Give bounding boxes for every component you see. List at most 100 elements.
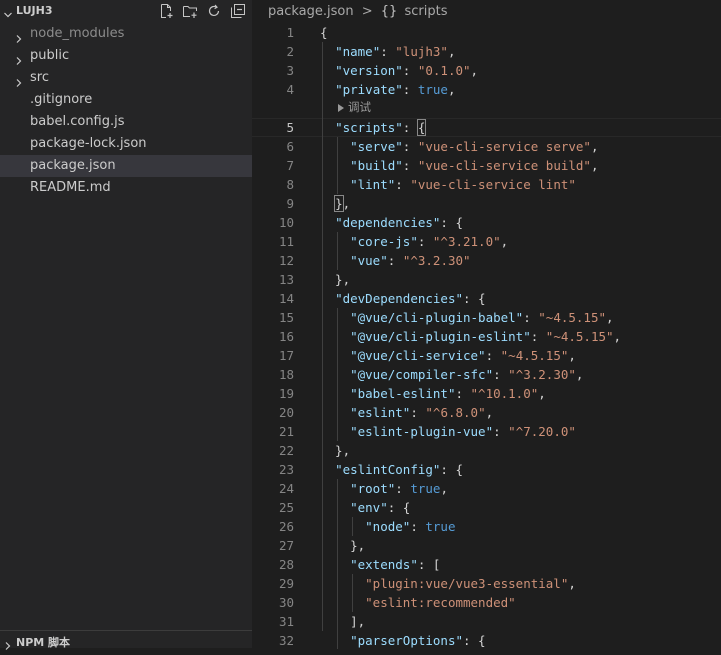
- code-line: "node": true: [365, 519, 456, 534]
- code-line: "dependencies": {: [335, 215, 463, 230]
- json-key: "private": [335, 82, 403, 97]
- json-bool: true: [410, 481, 441, 496]
- tree-item-label: package.json: [30, 158, 116, 173]
- line-number: 13: [278, 272, 294, 287]
- tree-file-readme[interactable]: README.md: [0, 177, 252, 199]
- line-number: 7: [286, 158, 294, 173]
- line-number: 22: [278, 443, 294, 458]
- json-string: "eslint:recommended": [365, 595, 516, 610]
- code-line: "build": "vue-cli-service build",: [350, 158, 599, 173]
- chevron-right-icon: [14, 29, 24, 43]
- line-number: 31: [278, 614, 294, 629]
- json-string: "^3.2.30": [402, 253, 471, 268]
- json-string: "~4.5.15": [500, 348, 569, 363]
- tree-item-label: public: [30, 48, 70, 63]
- line-number: 8: [286, 177, 294, 192]
- tree-item-label: node_modules: [30, 26, 125, 41]
- code-line: "parserOptions": {: [350, 633, 486, 648]
- json-key: "dependencies": [335, 215, 441, 230]
- play-icon: [338, 103, 344, 112]
- code-line: "eslint": "^6.8.0",: [350, 405, 494, 420]
- json-key: "parserOptions": [350, 633, 463, 648]
- code-line: "devDependencies": {: [335, 291, 486, 306]
- code-line: },: [320, 443, 351, 458]
- new-folder-icon[interactable]: [182, 3, 198, 19]
- explorer-header[interactable]: LUJH3: [0, 0, 252, 22]
- json-key: "vue": [350, 253, 388, 268]
- breadcrumb: package.json > {} scripts: [268, 4, 447, 19]
- explorer-sidebar: LUJH3 node_modules public src .gitignore…: [0, 0, 252, 650]
- code-line: "plugin:vue/vue3-essential",: [365, 576, 576, 591]
- json-key: "@vue/cli-plugin-eslint": [350, 329, 531, 344]
- json-key: "build": [350, 158, 403, 173]
- code-line: "vue": "^3.2.30": [350, 253, 471, 268]
- collapse-all-icon[interactable]: [230, 3, 246, 19]
- json-string: "vue-cli-service lint": [410, 177, 576, 192]
- line-number: 18: [278, 367, 294, 382]
- code-line: "extends": [: [350, 557, 441, 572]
- json-string: "plugin:vue/vue3-essential": [365, 576, 569, 591]
- breadcrumb-separator-icon: >: [361, 4, 373, 19]
- code-editor[interactable]: package.json > {} scripts 1 2 3 4 5 6 7 …: [252, 0, 721, 649]
- code-line: "private": true,: [335, 82, 456, 97]
- json-string: "^3.21.0": [432, 234, 501, 249]
- line-number: 4: [286, 82, 294, 97]
- tree-folder-src[interactable]: src: [0, 67, 252, 89]
- code-line: },: [320, 272, 351, 287]
- json-string: "^3.2.30": [508, 367, 576, 382]
- npm-scripts-section[interactable]: NPM 脚本: [0, 630, 252, 650]
- line-number: 11: [278, 234, 294, 249]
- tree-file-babel-config[interactable]: babel.config.js: [0, 111, 252, 133]
- json-key: "env": [350, 500, 388, 515]
- tree-file-package-json[interactable]: package.json: [0, 155, 252, 177]
- chevron-right-icon: [14, 73, 24, 87]
- json-key: "scripts": [335, 120, 403, 135]
- code-line: "@vue/cli-service": "~4.5.15",: [350, 348, 576, 363]
- tree-folder-public[interactable]: public: [0, 45, 252, 67]
- tree-item-label: package-lock.json: [30, 136, 147, 151]
- breadcrumb-file[interactable]: package.json: [268, 4, 354, 19]
- chevron-right-icon: [14, 51, 24, 65]
- line-number: 23: [278, 462, 294, 477]
- json-string: "~4.5.15": [538, 310, 606, 325]
- line-number: 24: [278, 481, 294, 496]
- line-number: 9: [286, 196, 294, 211]
- codelens-label: 调试: [348, 100, 371, 114]
- folder-title: LUJH3: [16, 4, 53, 17]
- json-string: "vue-cli-service build": [417, 158, 591, 173]
- new-file-icon[interactable]: [158, 3, 174, 19]
- tree-file-package-lock[interactable]: package-lock.json: [0, 133, 252, 155]
- line-number: 20: [278, 405, 294, 420]
- breadcrumb-symbol[interactable]: scripts: [404, 4, 447, 19]
- code-line: "core-js": "^3.21.0",: [350, 234, 509, 249]
- line-number: 19: [278, 386, 294, 401]
- line-number: 17: [278, 348, 294, 363]
- line-number: 6: [286, 139, 294, 154]
- code-line: "eslint:recommended": [320, 593, 516, 612]
- json-key: "serve": [350, 139, 403, 154]
- json-string: "0.1.0": [417, 63, 471, 78]
- json-key: "@vue/cli-service": [350, 348, 486, 363]
- tree-folder-node-modules[interactable]: node_modules: [0, 23, 252, 45]
- json-key: "@vue/cli-plugin-babel": [350, 310, 524, 325]
- code-line: "version": "0.1.0",: [335, 63, 479, 78]
- json-key: "@vue/compiler-sfc": [350, 367, 494, 382]
- tree-item-label: src: [30, 70, 49, 85]
- code-line: },: [334, 195, 351, 212]
- tree-item-label: README.md: [30, 180, 111, 195]
- line-number: 32: [278, 633, 294, 648]
- refresh-icon[interactable]: [206, 3, 222, 19]
- bracket-match: }: [334, 195, 344, 212]
- codelens-debug[interactable]: 调试: [338, 99, 371, 115]
- code-line: ],: [320, 614, 366, 629]
- tree-file-gitignore[interactable]: .gitignore: [0, 89, 252, 111]
- json-key: "node": [365, 519, 411, 534]
- line-number: 15: [278, 310, 294, 325]
- code-line: "eslint-plugin-vue": "^7.20.0": [350, 424, 576, 439]
- line-number: 16: [278, 329, 294, 344]
- code-line: "eslintConfig": {: [335, 462, 463, 477]
- line-number: 3: [286, 63, 294, 78]
- code-line-active: "scripts": {: [335, 119, 427, 136]
- json-key: "devDependencies": [335, 291, 463, 306]
- json-key: "version": [335, 63, 403, 78]
